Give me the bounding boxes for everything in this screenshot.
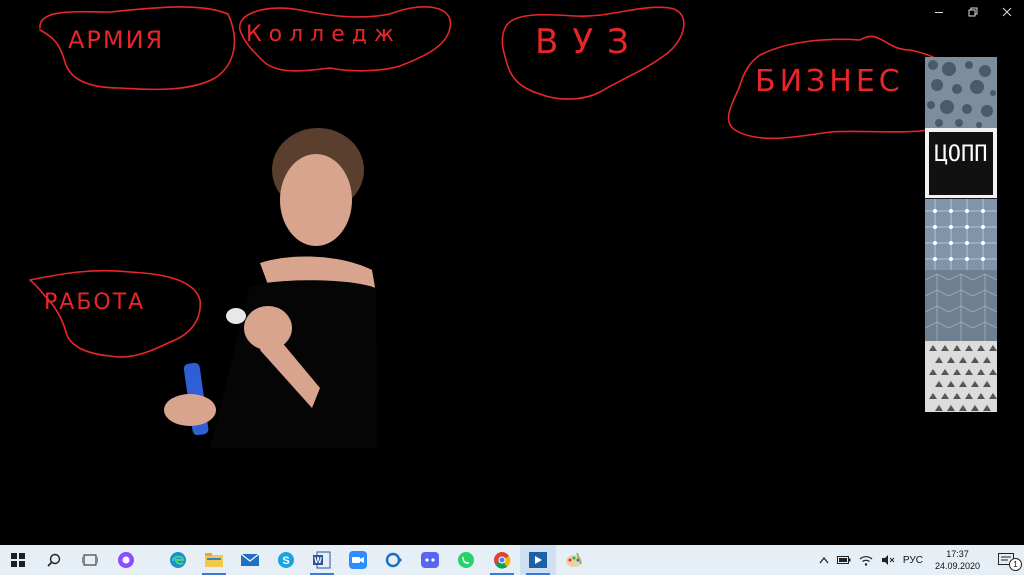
chevron-up-icon <box>819 556 829 564</box>
whatsapp-icon <box>458 552 474 568</box>
business-label: БИЗНЕС <box>755 64 904 99</box>
pattern-tile-cubes[interactable] <box>924 270 998 341</box>
work-label: РАБОТА <box>44 290 146 315</box>
file-explorer-icon <box>205 553 223 567</box>
paint-button[interactable] <box>556 545 592 575</box>
svg-text:S: S <box>282 555 289 567</box>
chrome-button[interactable] <box>484 545 520 575</box>
show-hidden-icons-button[interactable] <box>815 545 833 575</box>
whatsapp-button[interactable] <box>448 545 484 575</box>
clock-date: 24.09.2020 <box>934 561 980 571</box>
presenter-video <box>164 128 378 448</box>
volume-muted-icon <box>881 555 895 565</box>
whiteboard-canvas[interactable]: АРМИЯ Колледж ВУЗ БИЗНЕС РАБОТА ЦОПП <box>0 0 1024 545</box>
zoom-button[interactable] <box>340 545 376 575</box>
discord-button[interactable] <box>412 545 448 575</box>
task-view-icon <box>82 554 98 566</box>
tsopp-logo-tile[interactable]: ЦОПП <box>925 128 997 199</box>
cortana-button[interactable] <box>376 545 412 575</box>
language-indicator[interactable]: РУС <box>899 545 927 575</box>
alice-icon <box>118 552 134 568</box>
battery-icon <box>836 556 851 564</box>
search-icon <box>47 553 61 567</box>
action-center-button[interactable]: 1 <box>988 545 1024 575</box>
pattern-tile-bubbles[interactable] <box>925 57 997 128</box>
mail-button[interactable] <box>232 545 268 575</box>
word-button[interactable]: W <box>304 545 340 575</box>
media-player-button[interactable] <box>520 545 556 575</box>
pattern-tile-grid[interactable] <box>925 199 997 270</box>
clock[interactable]: 17:37 24.09.2020 <box>927 548 988 572</box>
battery-button[interactable] <box>833 545 855 575</box>
start-button[interactable] <box>0 545 36 575</box>
cortana-icon <box>385 552 402 568</box>
mail-icon <box>241 553 259 566</box>
file-explorer-button[interactable] <box>196 545 232 575</box>
skype-button[interactable]: S <box>268 545 304 575</box>
clock-time: 17:37 <box>946 549 969 559</box>
start-icon <box>11 553 25 567</box>
tsopp-logo-icon: ЦОПП <box>929 132 993 195</box>
alice-button[interactable] <box>108 545 144 575</box>
pattern-tile-triangles[interactable] <box>925 341 997 412</box>
discord-icon <box>421 552 439 568</box>
edge-icon <box>170 552 186 568</box>
college-label: Колледж <box>246 22 401 47</box>
search-button[interactable] <box>36 545 72 575</box>
taskbar: S W РУС 17:37 24.09.2020 1 <box>0 545 1024 575</box>
system-tray: РУС 17:37 24.09.2020 1 <box>815 545 1024 575</box>
media-player-icon <box>529 552 547 568</box>
tsopp-logo-text: ЦОПП <box>935 142 988 167</box>
notification-count-badge: 1 <box>1009 558 1022 571</box>
paint-icon <box>566 552 582 567</box>
university-label: ВУЗ <box>535 22 643 62</box>
zoom-icon <box>349 551 367 569</box>
wifi-button[interactable] <box>855 545 877 575</box>
word-icon: W <box>313 551 331 569</box>
svg-text:W: W <box>314 556 322 565</box>
army-label: АРМИЯ <box>68 26 165 54</box>
task-view-button[interactable] <box>72 545 108 575</box>
pattern-palette: ЦОПП <box>924 57 998 413</box>
wifi-icon <box>859 556 873 566</box>
skype-icon: S <box>278 552 294 568</box>
volume-button[interactable] <box>877 545 899 575</box>
chrome-icon <box>494 552 511 569</box>
edge-button[interactable] <box>160 545 196 575</box>
